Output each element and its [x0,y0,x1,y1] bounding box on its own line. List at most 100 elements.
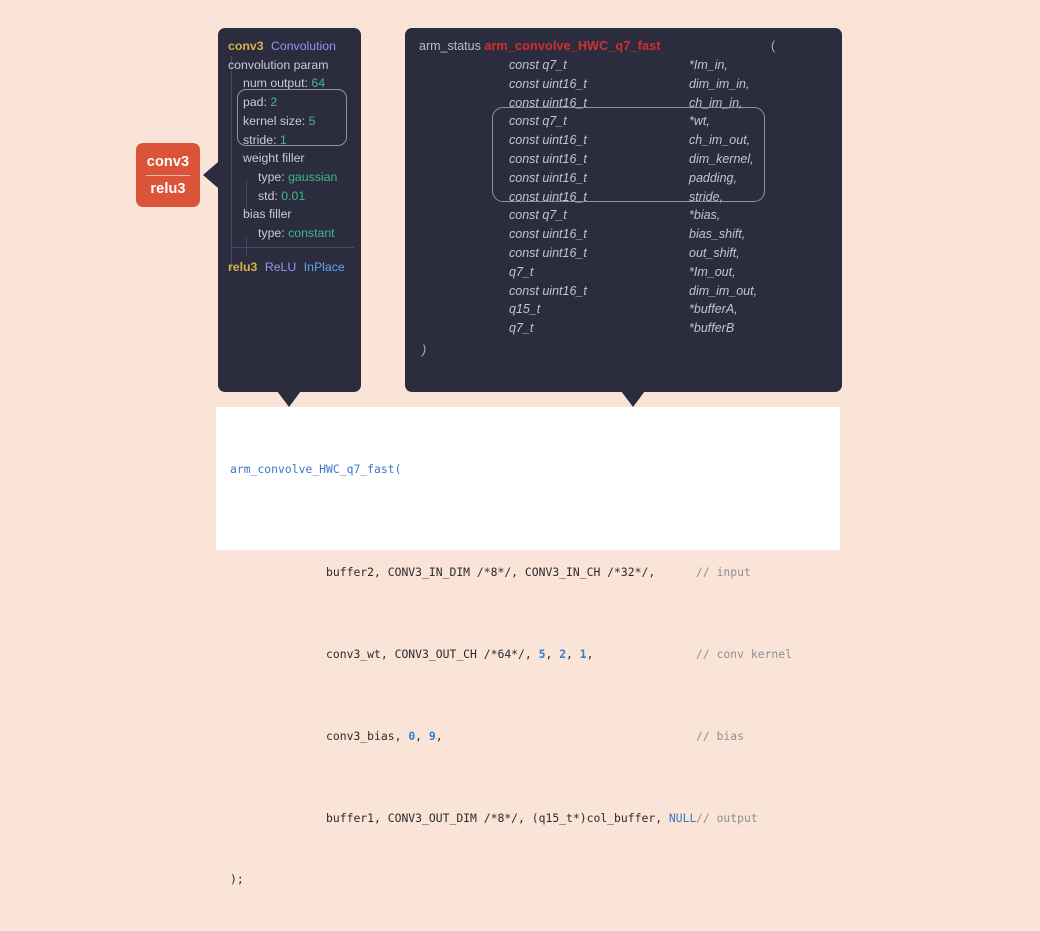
code-call-name: arm_convolve_HWC_q7_fast( [230,459,840,480]
param-name: *bufferB [689,321,735,336]
param-type: const uint16_t [509,151,587,166]
code-line: conv3_bias, 0, 9, // bias [230,705,840,743]
param-key: num output: [243,76,308,91]
close-paren: ) [422,342,427,357]
signature-param: const uint16_t ch_im_out, [419,131,842,150]
param-pad: pad: 2 [218,93,361,112]
signature-param: const uint16_t dim_im_out, [419,282,842,301]
param-name: *bufferA, [689,302,738,317]
node-subtitle: relu3 [150,180,186,197]
param-type: const uint16_t [509,170,587,185]
layer-header: conv3 Convolution [218,37,361,56]
param-type: const uint16_t [509,283,587,298]
code-args: buffer1, CONV3_OUT_DIM /*8*/, (q15_t*)co… [271,810,697,825]
param-value: gaussian [288,169,338,184]
param-name: dim_im_in, [689,76,750,91]
code-snippet-panel: arm_convolve_HWC_q7_fast( buffer2, CONV3… [216,407,840,886]
code-line: buffer2, CONV3_IN_DIM /*8*/, CONV3_IN_CH… [230,541,840,579]
layer-footer-divider [232,247,354,248]
arrow-down-icon [621,391,645,407]
signature-param: const uint16_t dim_kernel, [419,150,842,169]
param-stride: stride: 1 [218,131,361,150]
param-type: const q7_t [509,114,567,129]
param-type: const uint16_t [509,245,587,260]
footer-layer-type: ReLU [264,259,297,274]
code-comment: // output [696,810,758,825]
signature-header: arm_status arm_convolve_HWC_q7_fast ( [419,37,842,56]
signature-param: const q7_t *wt, [419,112,842,131]
param-value: 1 [279,132,287,147]
signature-param: const uint16_t bias_shift, [419,225,842,244]
layer-name: conv3 [228,39,264,53]
param-value: 5 [308,113,316,128]
code-line: conv3_wt, CONV3_OUT_CH /*64*/, 5, 2, 1, /… [230,623,840,661]
arrow-down-icon [277,391,301,407]
param-key: std: [258,188,278,203]
layer-footer: relu3 ReLU InPlace [218,258,361,277]
signature-close: ) [419,341,842,360]
param-type: const uint16_t [509,95,587,110]
layer-node-conv3-relu3[interactable]: conv3 relu3 [136,143,200,207]
code-args: conv3_bias, 0, 9, [271,728,443,743]
param-type: q7_t [509,321,534,336]
param-name: ch_im_in, [689,95,743,110]
param-name: stride, [689,189,724,204]
param-name: *Im_out, [689,264,736,279]
signature-param: q7_t *Im_out, [419,263,842,282]
layer-spec-panel: conv3 Convolution convolution param num … [218,28,361,392]
signature-param: const uint16_t out_shift, [419,244,842,263]
open-paren: ( [771,39,776,53]
weight-filler-type: type: gaussian [218,168,361,187]
param-value: 0.01 [281,188,306,203]
param-name: padding, [689,170,737,185]
param-type: const uint16_t [509,189,587,204]
param-type: const uint16_t [509,76,587,91]
signature-param: const q7_t *bias, [419,206,842,225]
function-name: arm_convolve_HWC_q7_fast [484,39,661,53]
signature-param: const uint16_t dim_im_in, [419,75,842,94]
return-type: arm_status [419,39,481,53]
signature-param: const uint16_t padding, [419,169,842,188]
function-signature-panel: arm_status arm_convolve_HWC_q7_fast ( co… [405,28,842,392]
bias-filler-label: bias filler [243,207,292,222]
signature-param: q15_t *bufferA, [419,300,842,319]
code-args: buffer2, CONV3_IN_DIM /*8*/, CONV3_IN_CH… [271,564,656,579]
param-type: q7_t [509,264,534,279]
signature-param: const uint16_t stride, [419,188,842,207]
param-type: const uint16_t [509,227,587,242]
signature-param: const q7_t *Im_in, [419,56,842,75]
param-type: const q7_t [509,58,567,72]
node-title: conv3 [146,153,190,170]
param-name: bias_shift, [689,227,746,242]
param-key: type: [258,169,285,184]
param-value: constant [288,226,335,241]
param-name: dim_im_out, [689,283,758,298]
weight-filler-std: std: 0.01 [218,187,361,206]
footer-layer-name: relu3 [228,259,258,274]
param-name: dim_kernel, [689,151,754,166]
param-name: out_shift, [689,245,740,260]
param-name: *wt, [689,114,710,129]
code-terminator: ); [230,872,244,886]
footer-inplace-flag: InPlace [303,259,345,274]
param-type: const uint16_t [509,133,587,148]
param-name: ch_im_out, [689,133,751,148]
param-key: pad: [243,95,267,110]
param-key: stride: [243,132,277,147]
signature-param: const uint16_t ch_im_in, [419,94,842,113]
code-comment: // conv kernel [696,646,793,661]
weight-filler-label: weight filler [243,151,305,166]
param-num-output: num output: 64 [218,74,361,93]
convolution-param-label: convolution param [228,57,329,72]
param-name: *bias, [689,208,721,223]
signature-param: q7_t *bufferB [419,319,842,338]
param-type: q15_t [509,302,541,317]
code-args: conv3_wt, CONV3_OUT_CH /*64*/, 5, 2, 1, [271,646,594,661]
code-comment: // input [696,564,751,579]
bias-filler-type: type: constant [218,224,361,243]
call-function-name: arm_convolve_HWC_q7_fast( [230,462,402,476]
param-type: const q7_t [509,208,567,223]
param-name: *Im_in, [689,58,728,72]
code-comment: // bias [696,728,745,743]
param-value: 2 [270,95,278,110]
